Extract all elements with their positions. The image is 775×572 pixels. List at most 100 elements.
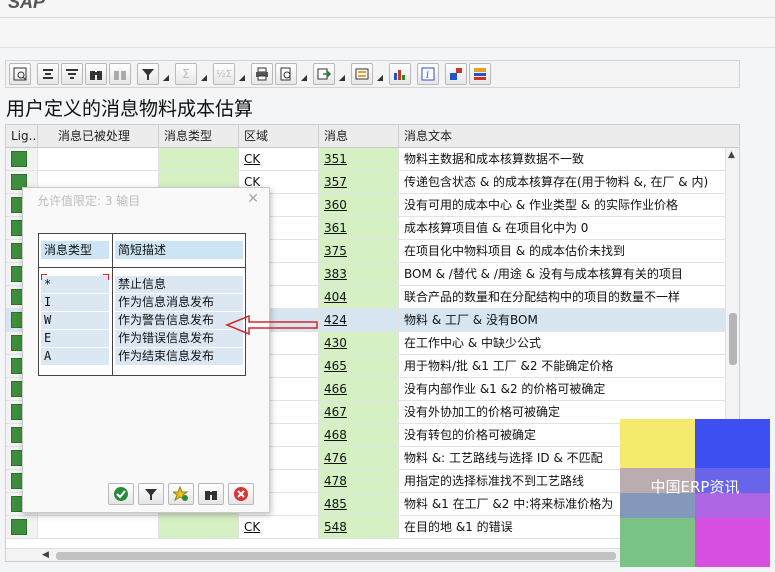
processed-cell [38, 516, 159, 538]
column-header-area[interactable]: 区域 [239, 125, 319, 148]
msg-type-code[interactable]: E [41, 330, 109, 347]
message-number-cell[interactable]: 548 [319, 516, 399, 538]
column-header-light[interactable]: Lig... [6, 125, 38, 148]
message-number-cell[interactable]: 476 [319, 447, 399, 469]
dialog-title: 允许值限定: 3 输目 [37, 194, 141, 208]
green-light-icon [11, 519, 27, 535]
msg-type-code[interactable]: I [41, 294, 109, 311]
msg-type-description[interactable]: 作为结束信息发布 [115, 348, 243, 365]
scroll-up-icon[interactable]: ▲ [728, 150, 735, 160]
table-divider [39, 267, 245, 268]
table-row[interactable]: CK 351 物料主数据和成本核算数据不一致 [6, 148, 726, 171]
msg-type-code[interactable]: A [41, 348, 109, 365]
column-header-msg-type[interactable]: 消息类型 [159, 125, 239, 148]
msg-type-code[interactable]: * [41, 276, 109, 293]
sum-dropdown-icon[interactable]: ◢ [199, 63, 209, 85]
msg-type-description[interactable]: 作为信息消息发布 [115, 294, 243, 311]
message-text-cell: 物料主数据和成本核算数据不一致 [399, 148, 726, 170]
cancel-icon[interactable] [228, 483, 254, 505]
message-text-cell: 在项目化中物料项目 & 的成本估价未找到 [399, 240, 726, 262]
binoculars-icon[interactable] [85, 63, 107, 85]
scroll-left-icon[interactable]: ◀ [42, 550, 49, 560]
column-header-text[interactable]: 消息文本 [399, 125, 739, 148]
status-light-cell [6, 516, 38, 538]
filter-icon[interactable] [138, 483, 164, 505]
filter-icon[interactable] [137, 63, 159, 85]
svg-text:i: i [426, 70, 429, 81]
message-number-cell[interactable]: 360 [319, 194, 399, 216]
grid-header: Lig... 消息已被处理 消息类型 区域 消息 消息文本 [6, 125, 739, 148]
msg-type-description[interactable]: 作为错误信息发布 [115, 330, 243, 347]
subtotal-dropdown-icon[interactable]: ◢ [237, 63, 247, 85]
alv-toolbar: ◢ Σ ◢ ½Σ ◢ ◢ ◢ ◢ i [5, 60, 740, 88]
watermark-logo: 中国ERP资讯 [620, 419, 770, 567]
chart-icon[interactable] [389, 63, 411, 85]
sap-logo: SAP [8, 0, 46, 12]
message-text-cell: 用于物料/批 &1 工厂 &2 不能确定价格 [399, 355, 726, 377]
watermark-text: 中国ERP资讯 [650, 478, 740, 496]
message-number-cell[interactable]: 404 [319, 286, 399, 308]
message-number-cell[interactable]: 467 [319, 401, 399, 423]
table-row[interactable]: CK 548 在目的地 &1 的错误 [6, 516, 726, 539]
message-number-cell[interactable]: 383 [319, 263, 399, 285]
close-icon[interactable]: ✕ [247, 191, 259, 207]
command-bar [0, 22, 775, 48]
horizontal-scroll-thumb[interactable] [56, 552, 616, 560]
msg-type-cell[interactable] [159, 148, 239, 170]
filter-dropdown-icon[interactable]: ◢ [161, 63, 171, 85]
message-number-cell[interactable]: 351 [319, 148, 399, 170]
column-header-message[interactable]: 消息 [319, 125, 399, 148]
print-preview-icon[interactable] [275, 63, 297, 85]
area-cell[interactable]: CK [239, 516, 319, 538]
binoculars-icon[interactable] [198, 483, 224, 505]
column-header-processed[interactable]: 消息已被处理 [38, 125, 159, 148]
export-icon[interactable] [313, 63, 335, 85]
value-help-dialog: 允许值限定: 3 输目 ✕ 消息类型 简短描述 * 禁止信息 I 作为信息消息发布 W 作… [22, 187, 270, 513]
vertical-scroll-thumb[interactable] [729, 313, 737, 365]
message-text-cell: 没有可用的成本中心 & 作业类型 & 的实际作业价格 [399, 194, 726, 216]
msg-type-cell[interactable] [159, 516, 239, 538]
details-icon[interactable] [9, 63, 31, 85]
subtotal-icon[interactable]: ½Σ [213, 63, 235, 85]
graphic-icon[interactable] [445, 63, 467, 85]
layout-icon[interactable] [351, 63, 373, 85]
binoculars-next-icon[interactable] [109, 63, 131, 85]
export-dropdown-icon[interactable]: ◢ [337, 63, 347, 85]
message-number-cell[interactable]: 361 [319, 217, 399, 239]
status-light-cell [6, 148, 38, 170]
message-number-cell[interactable]: 485 [319, 493, 399, 515]
msg-type-code[interactable]: W [41, 312, 109, 329]
sum-icon[interactable]: Σ [175, 63, 197, 85]
layout-dropdown-icon[interactable]: ◢ [375, 63, 385, 85]
print-icon[interactable] [251, 63, 273, 85]
msg-type-description[interactable]: 作为警告信息发布 [115, 312, 243, 329]
message-number-cell[interactable]: 468 [319, 424, 399, 446]
page-title: 用户定义的消息物料成本估算 [6, 98, 254, 120]
header-msg-type[interactable]: 消息类型 [41, 241, 109, 259]
info-icon[interactable]: i [417, 63, 439, 85]
message-number-cell[interactable]: 465 [319, 355, 399, 377]
focus-corner-icon [41, 274, 47, 280]
msg-type-description[interactable]: 禁止信息 [115, 276, 243, 293]
header-description[interactable]: 简短描述 [115, 241, 243, 259]
preview-dropdown-icon[interactable]: ◢ [299, 63, 309, 85]
grid-icon[interactable] [469, 63, 491, 85]
message-text-cell: 物料 & 工厂 & 没有BOM [399, 309, 726, 331]
message-number-cell[interactable]: 430 [319, 332, 399, 354]
filter-sort-icon[interactable] [61, 63, 83, 85]
area-cell[interactable]: CK [239, 148, 319, 170]
annotation-arrow-icon [225, 314, 318, 336]
message-number-cell[interactable]: 357 [319, 171, 399, 193]
message-text-cell: 在工作中心 & 中缺少公式 [399, 332, 726, 354]
new-entry-icon[interactable] [168, 483, 194, 505]
message-text-cell: 传递包含状态 & 的成本核算存在(用于物料 &, 在厂 & 内) [399, 171, 726, 193]
message-text-cell: BOM & /替代 & /用途 & 没有与成本核算有关的项目 [399, 263, 726, 285]
align-left-icon[interactable] [37, 63, 59, 85]
message-number-cell[interactable]: 466 [319, 378, 399, 400]
green-light-icon [11, 151, 27, 167]
focus-corner-icon [103, 274, 109, 280]
message-number-cell[interactable]: 424 [319, 309, 399, 331]
check-icon[interactable] [108, 483, 134, 505]
message-number-cell[interactable]: 375 [319, 240, 399, 262]
message-number-cell[interactable]: 478 [319, 470, 399, 492]
